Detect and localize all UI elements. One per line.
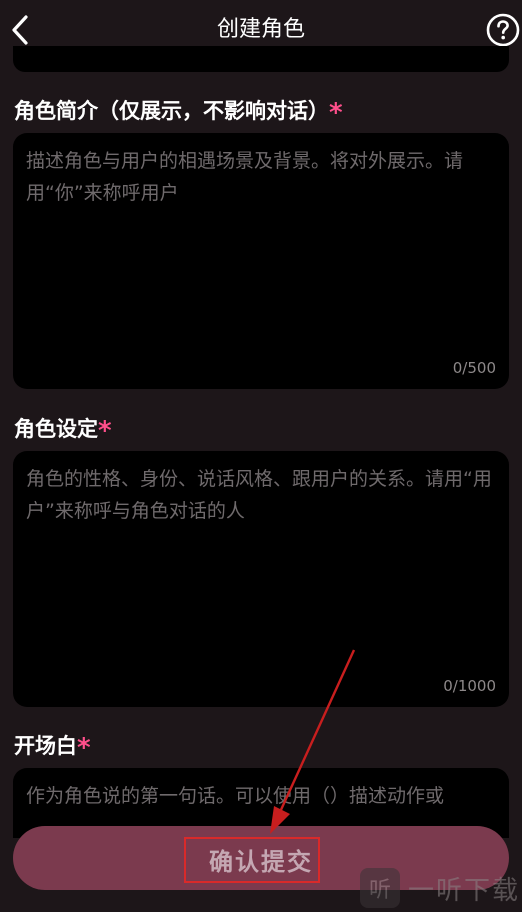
watermark-text: 一听下载 (408, 875, 521, 906)
watermark: 听 一听下载 (360, 868, 520, 908)
annotation-arrow (270, 649, 356, 834)
watermark-logo: 听 (360, 868, 400, 908)
